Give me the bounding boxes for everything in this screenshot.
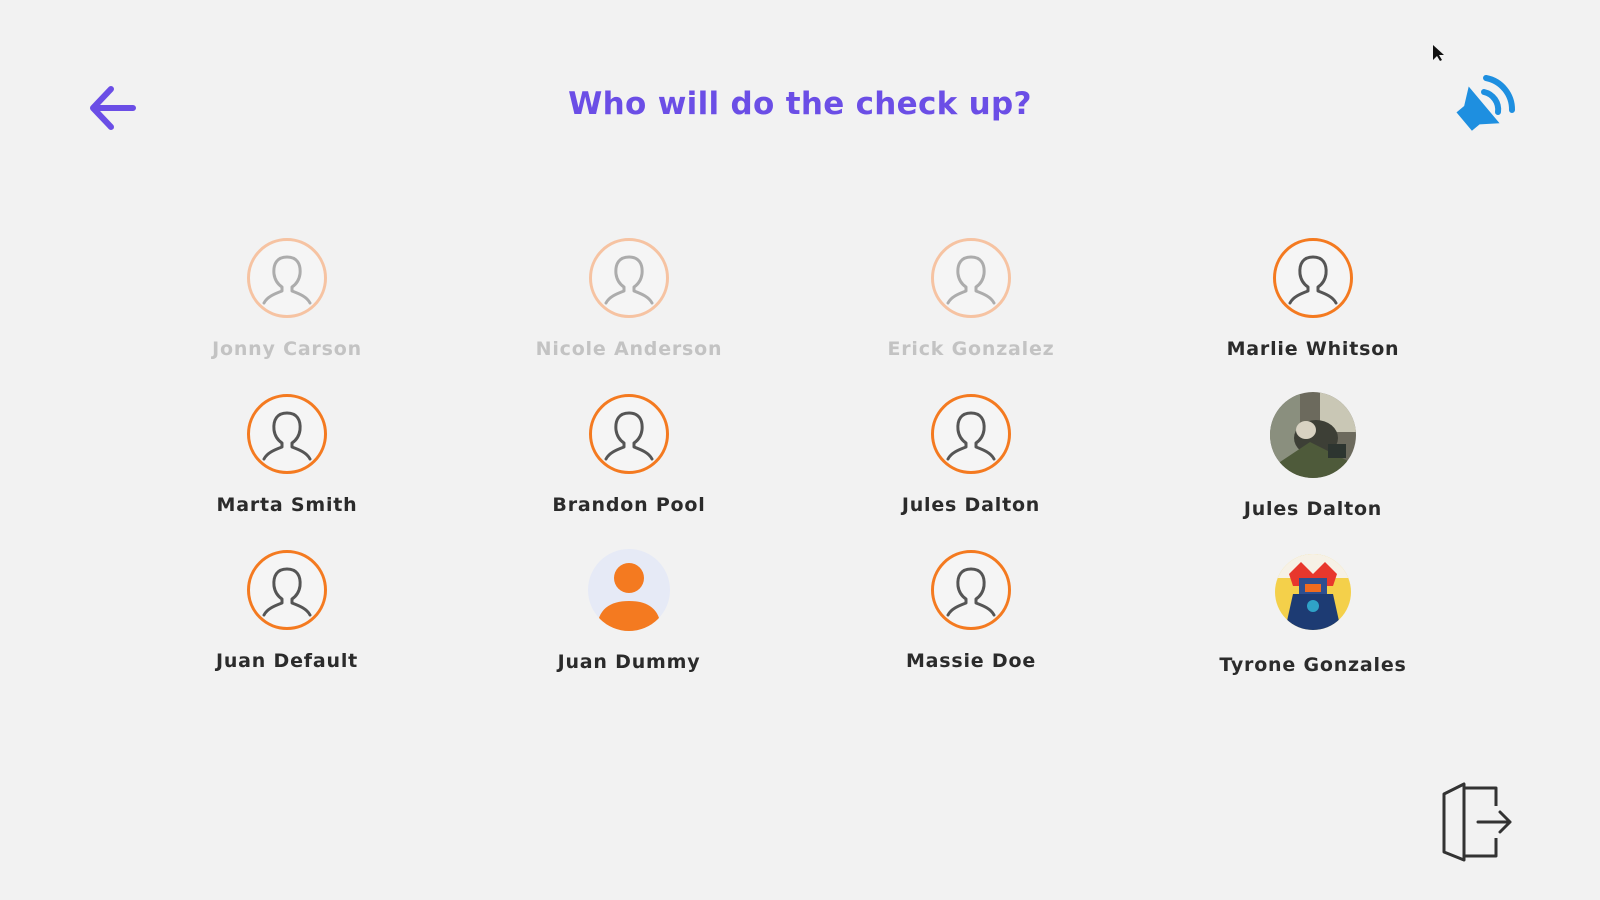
user-name: Jonny Carson bbox=[212, 338, 362, 360]
user-name: Nicole Anderson bbox=[535, 338, 723, 360]
default-user-icon bbox=[262, 255, 312, 305]
default-user-icon bbox=[604, 411, 654, 461]
user-name: Marlie Whitson bbox=[1226, 338, 1400, 360]
avatar bbox=[931, 394, 1011, 474]
default-user-icon bbox=[262, 411, 312, 461]
user-card[interactable]: Tyrone Gonzales bbox=[1183, 552, 1443, 676]
default-user-icon bbox=[946, 411, 996, 461]
default-user-icon bbox=[946, 255, 996, 305]
user-card[interactable]: Marta Smith bbox=[157, 394, 417, 516]
user-name: Juan Dummy bbox=[557, 651, 701, 673]
default-user-icon bbox=[1288, 255, 1338, 305]
user-card[interactable]: Nicole Anderson bbox=[499, 238, 759, 360]
user-name: Erick Gonzalez bbox=[887, 338, 1055, 360]
avatar-photo bbox=[1275, 554, 1351, 630]
avatar bbox=[931, 550, 1011, 630]
logout-door-icon bbox=[1442, 782, 1512, 862]
default-user-icon bbox=[946, 567, 996, 617]
user-name: Marta Smith bbox=[216, 494, 358, 516]
default-user-icon bbox=[604, 255, 654, 305]
avatar bbox=[1273, 238, 1353, 318]
user-name: Massie Doe bbox=[905, 650, 1037, 672]
user-card[interactable]: Massie Doe bbox=[841, 550, 1101, 672]
avatar bbox=[589, 394, 669, 474]
user-card[interactable]: Juan Default bbox=[157, 550, 417, 672]
user-card[interactable]: Jules Dalton bbox=[1183, 392, 1443, 520]
user-card[interactable]: Brandon Pool bbox=[499, 394, 759, 516]
user-card[interactable]: Jonny Carson bbox=[157, 238, 417, 360]
avatar bbox=[247, 550, 327, 630]
avatar-photo bbox=[1270, 392, 1356, 478]
avatar bbox=[588, 549, 670, 631]
user-name: Jules Dalton bbox=[1243, 498, 1383, 520]
user-name: Juan Default bbox=[215, 650, 359, 672]
user-name: Jules Dalton bbox=[901, 494, 1041, 516]
exit-button[interactable] bbox=[1436, 780, 1516, 864]
avatar bbox=[247, 238, 327, 318]
user-name: Tyrone Gonzales bbox=[1219, 654, 1407, 676]
avatar bbox=[931, 238, 1011, 318]
user-card[interactable]: Marlie Whitson bbox=[1183, 238, 1443, 360]
user-card[interactable]: Erick Gonzalez bbox=[841, 238, 1101, 360]
user-card[interactable]: Juan Dummy bbox=[499, 549, 759, 673]
user-grid: Jonny Carson Nicole Anderson Erick Gonza… bbox=[0, 0, 1600, 900]
avatar bbox=[589, 238, 669, 318]
user-card[interactable]: Jules Dalton bbox=[841, 394, 1101, 516]
default-user-icon bbox=[262, 567, 312, 617]
person-icon bbox=[597, 563, 661, 631]
avatar bbox=[247, 394, 327, 474]
user-name: Brandon Pool bbox=[552, 494, 706, 516]
